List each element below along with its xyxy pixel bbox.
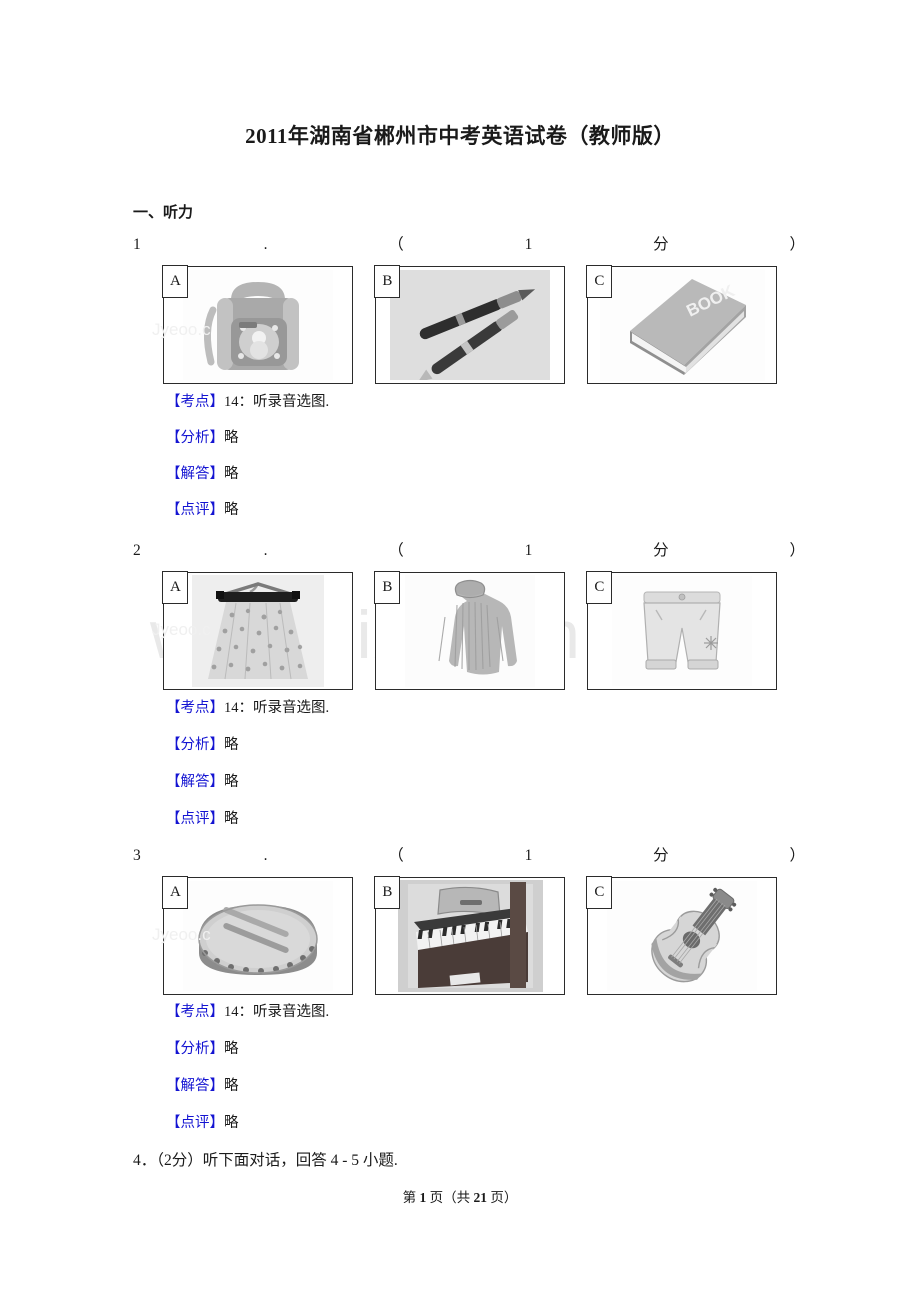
score-value: 1 bbox=[524, 236, 533, 253]
explanation-label: 【分析】 bbox=[166, 737, 224, 753]
explanation-text: 略 bbox=[224, 737, 239, 753]
options-row-1: A B BOOK C bbox=[162, 265, 793, 384]
score-paren-close: ） bbox=[789, 847, 805, 864]
explanation-line-kaodian-1: 【考点】14：听录音选图. bbox=[166, 390, 329, 411]
explanation-label: 【解答】 bbox=[166, 1078, 224, 1094]
explanation-line-kaodian-3: 【考点】14：听录音选图. bbox=[166, 1000, 329, 1021]
option-letter-b: B bbox=[374, 265, 401, 299]
footer-suffix: 页） bbox=[490, 1190, 518, 1205]
options-row-3: A B C bbox=[162, 876, 793, 995]
question-number: 3 bbox=[133, 847, 141, 864]
explanation-line-kaodian-2: 【考点】14：听录音选图. bbox=[166, 696, 329, 717]
question-dot: . bbox=[263, 236, 268, 253]
book-icon: BOOK bbox=[588, 267, 776, 383]
exam-paper-page: www.zixi com.cn Jyeoo.c Jyeoo.c Jyeoo.c … bbox=[0, 0, 920, 1302]
explanation-line-jieda-1: 【解答】略 bbox=[166, 462, 239, 483]
question-header-1: 1 . （ 1 分 ） bbox=[133, 232, 805, 254]
explanation-line-fenxi-3: 【分析】略 bbox=[166, 1037, 239, 1058]
question-dot: . bbox=[263, 542, 268, 559]
score-paren-close: ） bbox=[789, 236, 805, 253]
explanation-label: 【分析】 bbox=[166, 430, 224, 446]
page-title: 2011年湖南省郴州市中考英语试卷（教师版） bbox=[245, 124, 675, 148]
explanation-label: 【解答】 bbox=[166, 466, 224, 482]
footer-page-number: 1 bbox=[419, 1190, 427, 1205]
explanation-text: 14：听录音选图. bbox=[224, 700, 330, 716]
explanation-line-dianping-1: 【点评】略 bbox=[166, 498, 239, 519]
option-letter-c: C bbox=[586, 571, 613, 605]
explanation-label: 【考点】 bbox=[166, 700, 224, 716]
explanation-text: 略 bbox=[224, 811, 239, 827]
explanation-label: 【考点】 bbox=[166, 394, 224, 410]
explanation-text: 略 bbox=[224, 1041, 239, 1057]
score-paren-open: （ bbox=[388, 236, 404, 253]
question-header-2: 2 . （ 1 分 ） bbox=[133, 538, 805, 560]
footer-prefix: 第 bbox=[402, 1190, 417, 1205]
section-heading-listening: 一、听力 bbox=[133, 205, 194, 221]
score-value: 1 bbox=[524, 847, 533, 864]
explanation-text: 略 bbox=[224, 430, 239, 446]
question-number: 1 bbox=[133, 236, 141, 253]
score-paren-open: （ bbox=[388, 847, 404, 864]
explanation-label: 【点评】 bbox=[166, 1115, 224, 1131]
option-letter-b: B bbox=[374, 876, 401, 910]
explanation-text: 略 bbox=[224, 1078, 239, 1094]
question-4-text: 4．（2分）听下面对话，回答 4 - 5 小题. bbox=[133, 1152, 398, 1169]
option-b-1[interactable]: B bbox=[374, 265, 565, 384]
jyeoo-watermark: Jyeoo.c bbox=[152, 925, 211, 944]
option-letter-a: A bbox=[162, 571, 189, 605]
explanation-label: 【解答】 bbox=[166, 774, 224, 790]
question-dot: . bbox=[263, 847, 268, 864]
sweater-icon bbox=[376, 573, 564, 689]
question-header-3: 3 . （ 1 分 ） bbox=[133, 843, 805, 865]
option-b-2[interactable]: B bbox=[374, 571, 565, 690]
score-unit: 分 bbox=[653, 236, 669, 253]
explanation-text: 略 bbox=[224, 466, 239, 482]
footer-middle: 页（共 bbox=[429, 1190, 471, 1205]
explanation-label: 【点评】 bbox=[166, 502, 224, 518]
explanation-line-dianping-2: 【点评】略 bbox=[166, 807, 239, 828]
explanation-line-dianping-3: 【点评】略 bbox=[166, 1111, 239, 1132]
question-number: 2 bbox=[133, 542, 141, 559]
jyeoo-watermark: Jyeoo.c bbox=[152, 620, 211, 639]
option-c-2[interactable]: C bbox=[586, 571, 777, 690]
option-letter-a: A bbox=[162, 265, 189, 299]
explanation-text: 略 bbox=[224, 1115, 239, 1131]
piano-icon bbox=[376, 878, 564, 994]
option-letter-c: C bbox=[586, 265, 613, 299]
explanation-text: 14：听录音选图. bbox=[224, 394, 330, 410]
explanation-line-jieda-2: 【解答】略 bbox=[166, 770, 239, 791]
shorts-icon bbox=[588, 573, 776, 689]
fountain-pens-icon bbox=[376, 267, 564, 383]
explanation-text: 略 bbox=[224, 502, 239, 518]
options-row-2: A B C bbox=[162, 571, 793, 690]
score-value: 1 bbox=[524, 542, 533, 559]
explanation-label: 【分析】 bbox=[166, 1041, 224, 1057]
option-c-3[interactable]: C bbox=[586, 876, 777, 995]
option-c-1[interactable]: BOOK C bbox=[586, 265, 777, 384]
option-letter-a: A bbox=[162, 876, 189, 910]
score-paren-open: （ bbox=[388, 542, 404, 559]
explanation-label: 【点评】 bbox=[166, 811, 224, 827]
option-letter-b: B bbox=[374, 571, 401, 605]
jyeoo-watermark: Jyeoo.c bbox=[152, 320, 211, 339]
page-footer: 第 1 页（共 21 页） bbox=[0, 1186, 920, 1206]
explanation-label: 【考点】 bbox=[166, 1004, 224, 1020]
explanation-line-fenxi-2: 【分析】略 bbox=[166, 733, 239, 754]
explanation-text: 略 bbox=[224, 774, 239, 790]
explanation-line-fenxi-1: 【分析】略 bbox=[166, 426, 239, 447]
guitar-icon bbox=[588, 878, 776, 994]
score-unit: 分 bbox=[653, 542, 669, 559]
option-letter-c: C bbox=[586, 876, 613, 910]
footer-total-pages: 21 bbox=[473, 1190, 488, 1205]
score-unit: 分 bbox=[653, 847, 669, 864]
option-b-3[interactable]: B bbox=[374, 876, 565, 995]
score-paren-close: ） bbox=[789, 542, 805, 559]
explanation-line-jieda-3: 【解答】略 bbox=[166, 1074, 239, 1095]
explanation-text: 14：听录音选图. bbox=[224, 1004, 330, 1020]
